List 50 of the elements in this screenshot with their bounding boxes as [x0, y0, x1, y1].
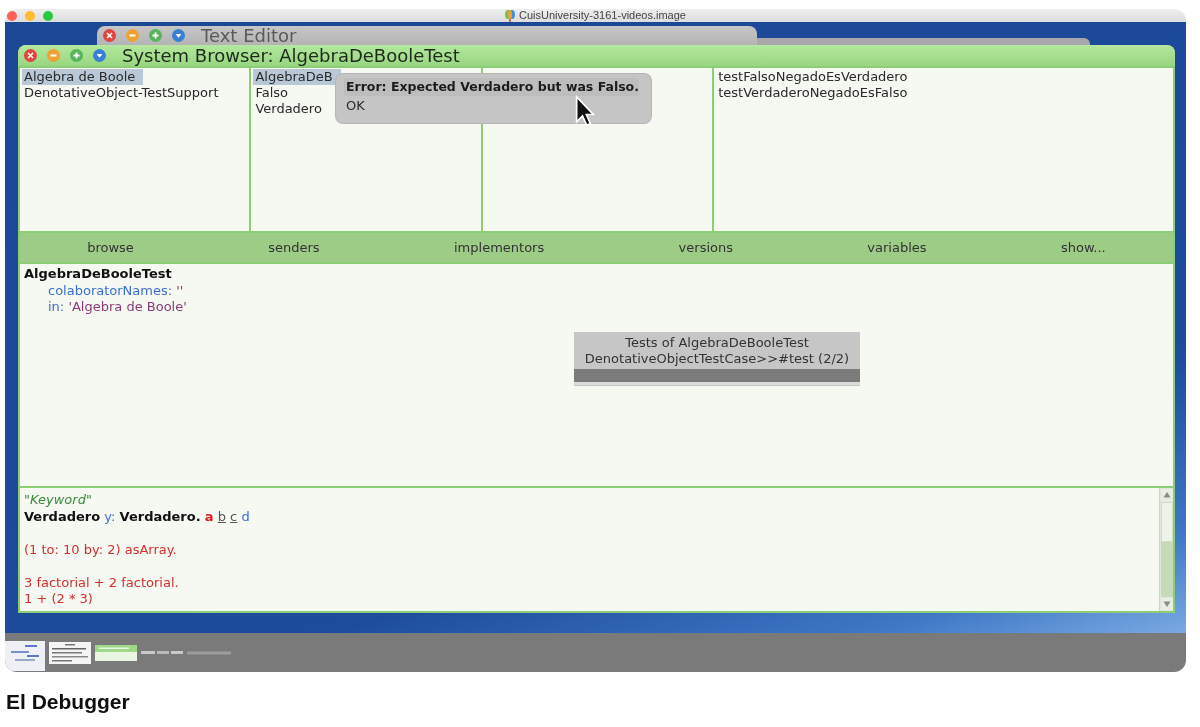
- cursor-icon: [575, 95, 595, 127]
- close-icon[interactable]: [24, 49, 37, 62]
- balloon-icon: [505, 9, 516, 22]
- plus-icon[interactable]: [149, 29, 162, 42]
- code-line: (1 to: 10 by: 2) asArray.: [24, 541, 177, 558]
- menu-option[interactable]: OK: [344, 98, 367, 114]
- list-item[interactable]: Falso: [253, 85, 296, 101]
- window-title: CuisUniversity-3161-videos.image: [519, 9, 686, 22]
- close-icon[interactable]: [7, 10, 17, 21]
- window-title: System Browser: AlgebraDeBooleTest: [122, 45, 460, 66]
- maximize-icon[interactable]: [43, 10, 53, 21]
- scrollbar[interactable]: [1159, 488, 1173, 611]
- code-line: 3 factorial + 2 factorial.: [24, 574, 179, 591]
- window-thumbnail[interactable]: [187, 649, 231, 656]
- window-thumbnail[interactable]: [49, 641, 91, 664]
- code-line: Verdadero y: Verdadero. a b c d: [24, 508, 250, 525]
- code-line: 1 + (2 * 3): [24, 591, 93, 608]
- window-thumbnail[interactable]: [141, 649, 183, 656]
- list-item[interactable]: Algebra de Boole: [22, 69, 144, 85]
- list-item[interactable]: AlgebraDeB: [253, 69, 341, 85]
- window-thumbnail[interactable]: [95, 644, 137, 661]
- progress-detail: DenotativeObjectTestCase>>#test (2/2): [584, 351, 850, 367]
- minimize-icon[interactable]: [47, 49, 60, 62]
- error-message: Error: Expected Verdadero but was Falso.: [344, 78, 639, 96]
- toolbar-button[interactable]: browse: [81, 236, 140, 259]
- plus-icon[interactable]: [70, 49, 83, 62]
- list-item[interactable]: testFalsoNegadoEsVerdadero: [716, 69, 916, 85]
- toolbar-button[interactable]: variables: [861, 236, 933, 259]
- list-item[interactable]: testVerdaderoNegadoEsFalso: [716, 85, 916, 101]
- toolbar-button[interactable]: versions: [672, 236, 739, 259]
- window-thumbnail[interactable]: [5, 640, 45, 671]
- code-line: AlgebraDeBooleTest: [24, 266, 172, 283]
- code-line: in: 'Algebra de Boole': [48, 299, 187, 316]
- toolbar-button[interactable]: show...: [1054, 236, 1112, 259]
- scrollbar-thumb[interactable]: [1160, 502, 1173, 542]
- triangle-down-icon[interactable]: [93, 49, 106, 62]
- code-line: colaboratorNames: '': [48, 282, 184, 299]
- triangle-down-icon[interactable]: [172, 29, 185, 42]
- code-line: "Keyword": [24, 492, 92, 509]
- window-title: Text Editor: [201, 27, 297, 45]
- progress-title: Tests of AlgebraDeBooleTest: [625, 335, 809, 351]
- triangle-up-icon[interactable]: [1160, 489, 1173, 501]
- toolbar-button[interactable]: senders: [262, 236, 326, 259]
- triangle-down-icon[interactable]: [1160, 598, 1173, 610]
- close-icon[interactable]: [103, 29, 116, 42]
- list-item[interactable]: DenotativeObject-TestSupport: [22, 85, 227, 101]
- minimize-icon[interactable]: [126, 29, 139, 42]
- toolbar-button[interactable]: implementors: [448, 236, 551, 259]
- list-item[interactable]: Verdadero: [253, 101, 330, 117]
- video-title: El Debugger: [6, 689, 130, 715]
